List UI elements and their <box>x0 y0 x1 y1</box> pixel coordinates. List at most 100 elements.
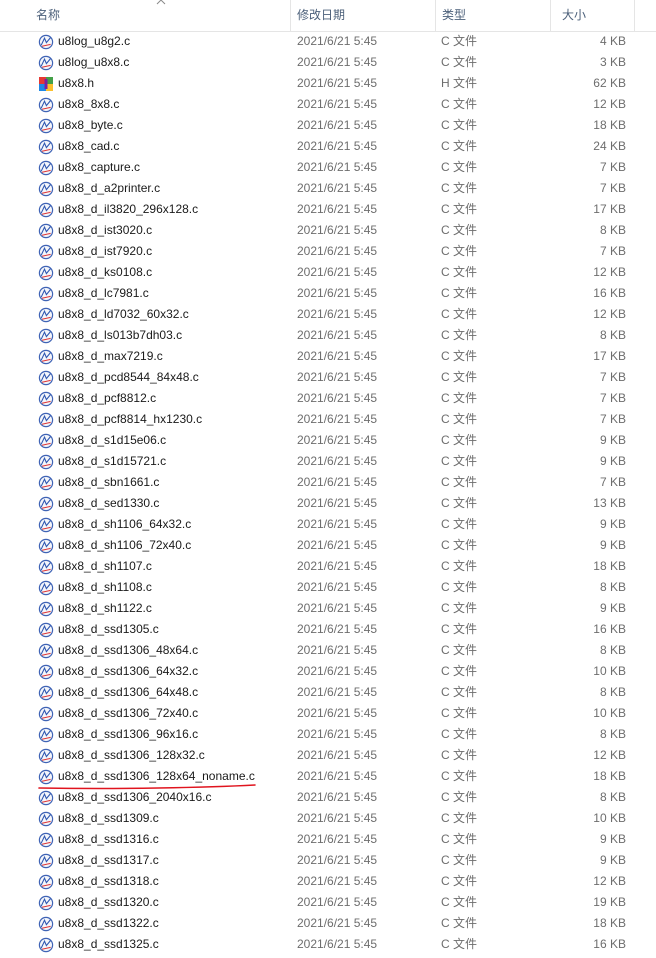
file-row[interactable]: u8x8_d_ssd1309.c 2021/6/21 5:45 C 文件 10 KB <box>0 808 656 829</box>
file-date-modified: 2021/6/21 5:45 <box>297 244 378 258</box>
file-list: u8log_u8g2.c 2021/6/21 5:45 C 文件 4 KB u8log_… <box>0 31 656 955</box>
file-row[interactable]: u8x8_d_pcf8812.c 2021/6/21 5:45 C 文件 7 KB <box>0 388 656 409</box>
file-row[interactable]: u8x8_d_ssd1306_64x48.c 2021/6/21 5:45 C 文件… <box>0 682 656 703</box>
file-row[interactable]: u8x8_d_ssd1325.c 2021/6/21 5:45 C 文件 16 KB <box>0 934 656 955</box>
file-row[interactable]: u8x8_d_ssd1306_64x32.c 2021/6/21 5:45 C 文件… <box>0 661 656 682</box>
file-row[interactable]: u8x8_d_ssd1322.c 2021/6/21 5:45 C 文件 18 KB <box>0 913 656 934</box>
file-row[interactable]: u8x8_d_pcd8544_84x48.c 2021/6/21 5:45 C 文件… <box>0 367 656 388</box>
file-row[interactable]: u8x8_d_sh1122.c 2021/6/21 5:45 C 文件 9 KB <box>0 598 656 619</box>
file-row[interactable]: u8x8_d_ist3020.c 2021/6/21 5:45 C 文件 8 KB <box>0 220 656 241</box>
file-size: 8 KB <box>599 328 626 342</box>
file-row[interactable]: u8x8_d_ssd1316.c 2021/6/21 5:45 C 文件 9 KB <box>0 829 656 850</box>
c-source-file-icon <box>38 370 54 386</box>
file-row[interactable]: u8x8_d_sh1108.c 2021/6/21 5:45 C 文件 8 KB <box>0 577 656 598</box>
c-source-file-icon <box>38 97 54 113</box>
file-row[interactable]: u8x8_d_ssd1306_72x40.c 2021/6/21 5:45 C 文件… <box>0 703 656 724</box>
column-header-bar: 名称 修改日期 类型 大小 <box>0 0 656 32</box>
column-divider[interactable] <box>550 0 551 31</box>
c-source-file-icon <box>38 874 54 890</box>
file-row[interactable]: u8log_u8x8.c 2021/6/21 5:45 C 文件 3 KB <box>0 52 656 73</box>
file-date-modified: 2021/6/21 5:45 <box>297 769 378 783</box>
file-row[interactable]: u8x8_d_ld7032_60x32.c 2021/6/21 5:45 C 文件 1… <box>0 304 656 325</box>
file-name: u8x8_8x8.c <box>58 97 120 111</box>
file-row[interactable]: u8x8_d_ssd1317.c 2021/6/21 5:45 C 文件 9 KB <box>0 850 656 871</box>
file-row[interactable]: u8x8.h 2021/6/21 5:45 H 文件 62 KB <box>0 73 656 94</box>
file-type: C 文件 <box>441 97 478 111</box>
file-size: 18 KB <box>593 118 626 132</box>
file-size: 8 KB <box>599 727 626 741</box>
file-type: C 文件 <box>441 181 478 195</box>
file-row[interactable]: u8x8_d_sed1330.c 2021/6/21 5:45 C 文件 13 KB <box>0 493 656 514</box>
file-name: u8x8_d_pcf8812.c <box>58 391 157 405</box>
file-name: u8x8_d_sh1106_72x40.c <box>58 538 192 552</box>
file-row[interactable]: u8x8_d_ssd1306_128x32.c 2021/6/21 5:45 C 文… <box>0 745 656 766</box>
column-header-size[interactable]: 大小 <box>556 0 634 31</box>
file-type: C 文件 <box>441 307 478 321</box>
file-row[interactable]: u8x8_capture.c 2021/6/21 5:45 C 文件 7 KB <box>0 157 656 178</box>
file-row[interactable]: u8x8_d_a2printer.c 2021/6/21 5:45 C 文件 7 KB <box>0 178 656 199</box>
file-row[interactable]: u8x8_d_sh1106_64x32.c 2021/6/21 5:45 C 文件 9… <box>0 514 656 535</box>
c-source-file-icon <box>38 706 54 722</box>
file-row[interactable]: u8x8_byte.c 2021/6/21 5:45 C 文件 18 KB <box>0 115 656 136</box>
c-source-file-icon <box>38 454 54 470</box>
file-row[interactable]: u8x8_d_ist7920.c 2021/6/21 5:45 C 文件 7 KB <box>0 241 656 262</box>
file-type: C 文件 <box>441 916 478 930</box>
c-source-file-icon <box>38 160 54 176</box>
file-row[interactable]: u8x8_d_s1d15e06.c 2021/6/21 5:45 C 文件 9 KB <box>0 430 656 451</box>
file-row[interactable]: u8x8_d_lc7981.c 2021/6/21 5:45 C 文件 16 KB <box>0 283 656 304</box>
column-header-date-modified[interactable]: 修改日期 <box>291 0 435 31</box>
file-row[interactable]: u8x8_d_ssd1318.c 2021/6/21 5:45 C 文件 12 KB <box>0 871 656 892</box>
c-source-file-icon <box>38 55 54 71</box>
file-row[interactable]: u8x8_d_ssd1305.c 2021/6/21 5:45 C 文件 16 KB <box>0 619 656 640</box>
file-row[interactable]: u8x8_d_ks0108.c 2021/6/21 5:45 C 文件 12 KB <box>0 262 656 283</box>
file-name: u8x8_d_ssd1306_96x16.c <box>58 727 199 741</box>
file-row[interactable]: u8x8_d_il3820_296x128.c 2021/6/21 5:45 C 文… <box>0 199 656 220</box>
file-type: C 文件 <box>441 433 478 447</box>
file-size: 7 KB <box>599 475 626 489</box>
file-row[interactable]: u8x8_d_ssd1306_128x64_noname.c 2021/6/21 … <box>0 766 656 790</box>
c-source-file-icon <box>38 643 54 659</box>
file-type: C 文件 <box>441 853 478 867</box>
c-source-file-icon <box>38 538 54 554</box>
file-date-modified: 2021/6/21 5:45 <box>297 118 378 132</box>
file-row[interactable]: u8x8_d_sh1106_72x40.c 2021/6/21 5:45 C 文件 9… <box>0 535 656 556</box>
file-row[interactable]: u8x8_cad.c 2021/6/21 5:45 C 文件 24 KB <box>0 136 656 157</box>
c-source-file-icon <box>38 244 54 260</box>
file-name: u8log_u8x8.c <box>58 55 130 69</box>
file-row[interactable]: u8x8_8x8.c 2021/6/21 5:45 C 文件 12 KB <box>0 94 656 115</box>
file-row[interactable]: u8x8_d_ls013b7dh03.c 2021/6/21 5:45 C 文件 8 … <box>0 325 656 346</box>
file-name: u8x8_d_pcd8544_84x48.c <box>58 370 199 384</box>
file-date-modified: 2021/6/21 5:45 <box>297 370 378 384</box>
file-row[interactable]: u8log_u8g2.c 2021/6/21 5:45 C 文件 4 KB <box>0 31 656 52</box>
file-row[interactable]: u8x8_d_ssd1306_2040x16.c 2021/6/21 5:45 C … <box>0 787 656 808</box>
file-row[interactable]: u8x8_d_sbn1661.c 2021/6/21 5:45 C 文件 7 KB <box>0 472 656 493</box>
c-source-file-icon <box>38 328 54 344</box>
h-header-file-icon <box>39 77 53 91</box>
column-header-type[interactable]: 类型 <box>436 0 550 31</box>
file-type: C 文件 <box>441 349 478 363</box>
file-row[interactable]: u8x8_d_ssd1320.c 2021/6/21 5:45 C 文件 19 KB <box>0 892 656 913</box>
file-row[interactable]: u8x8_d_max7219.c 2021/6/21 5:45 C 文件 17 KB <box>0 346 656 367</box>
file-type: C 文件 <box>441 55 478 69</box>
c-source-file-icon <box>38 580 54 596</box>
file-name: u8x8_d_sh1107.c <box>58 559 152 573</box>
file-row[interactable]: u8x8_d_ssd1306_48x64.c 2021/6/21 5:45 C 文件… <box>0 640 656 661</box>
file-size: 8 KB <box>599 223 626 237</box>
file-date-modified: 2021/6/21 5:45 <box>297 832 378 846</box>
c-source-file-icon <box>38 601 54 617</box>
file-date-modified: 2021/6/21 5:45 <box>297 916 378 930</box>
column-divider[interactable] <box>634 0 635 31</box>
c-source-file-icon <box>38 937 54 953</box>
column-header-name[interactable]: 名称 <box>30 0 290 31</box>
file-type: C 文件 <box>441 160 478 174</box>
file-row[interactable]: u8x8_d_sh1107.c 2021/6/21 5:45 C 文件 18 KB <box>0 556 656 577</box>
c-source-file-icon <box>38 685 54 701</box>
c-source-file-icon <box>38 832 54 848</box>
file-size: 8 KB <box>599 790 626 804</box>
file-date-modified: 2021/6/21 5:45 <box>297 622 378 636</box>
c-source-file-icon <box>38 748 54 764</box>
file-row[interactable]: u8x8_d_ssd1306_96x16.c 2021/6/21 5:45 C 文件… <box>0 724 656 745</box>
file-type: C 文件 <box>441 601 478 615</box>
file-row[interactable]: u8x8_d_pcf8814_hx1230.c 2021/6/21 5:45 C 文… <box>0 409 656 430</box>
file-row[interactable]: u8x8_d_s1d15721.c 2021/6/21 5:45 C 文件 9 KB <box>0 451 656 472</box>
